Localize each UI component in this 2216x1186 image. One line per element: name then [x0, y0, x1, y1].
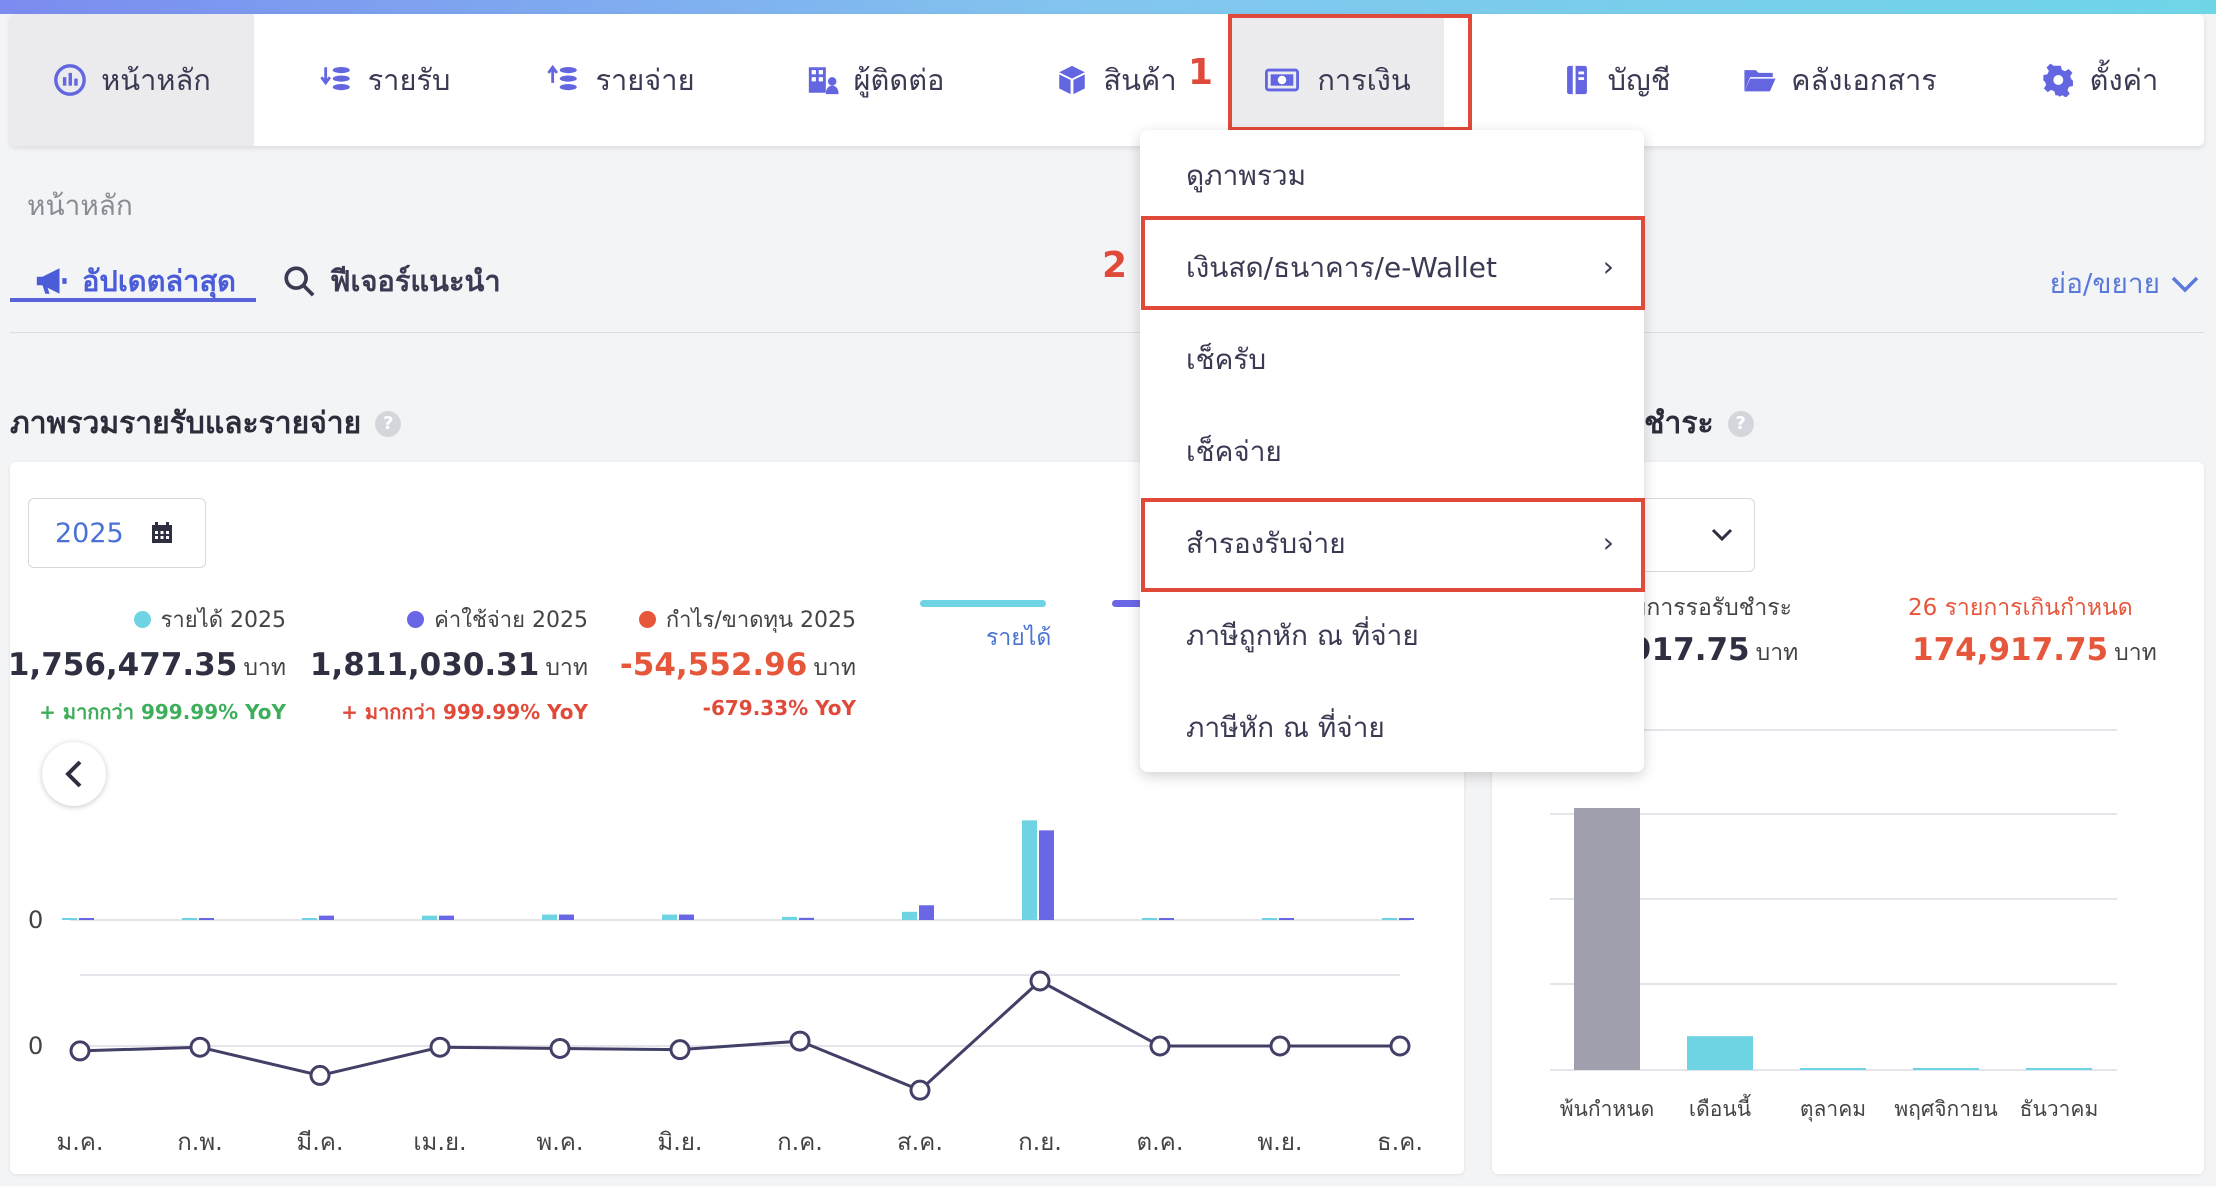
folder-icon — [1744, 70, 1776, 92]
chevron-down-icon — [2171, 276, 2199, 293]
pending-bar-1 — [1687, 1036, 1753, 1070]
collapse-toggle[interactable]: ย่อ/ขยาย — [2050, 262, 2200, 306]
bar-expense-6 — [799, 917, 814, 920]
pending-x-label: เดือนนี้ — [1689, 1094, 1751, 1121]
menu-item-withheld-tax[interactable]: ภาษีถูกหัก ณ ที่จ่าย — [1140, 590, 1644, 682]
bar-expense-8 — [1039, 830, 1054, 920]
pending-bar-2 — [1800, 1068, 1866, 1070]
bar-income-10 — [1262, 918, 1277, 920]
bar-expense-9 — [1159, 918, 1174, 920]
x-tick-label: มิ.ย. — [657, 1128, 702, 1156]
nav-label-settings: ตั้งค่า — [2089, 63, 2159, 97]
step-marker-2: 2 — [1102, 245, 1128, 286]
bar-expense-3 — [439, 915, 454, 920]
profit-point-5 — [669, 1039, 691, 1061]
bar-income-8 — [1022, 820, 1037, 920]
gear-icon — [2043, 63, 2073, 97]
pending-bar-0 — [1574, 808, 1640, 1070]
overdue-amount-unit: บาท — [2114, 640, 2157, 666]
menu-item-overview-label: ดูภาพรวม — [1186, 159, 1307, 192]
overdue-count-label: 26 รายการเกินกำหนด — [1908, 595, 2133, 621]
nav-label-documents: คลังเอกสาร — [1791, 63, 1937, 97]
bar-expense-5 — [679, 914, 694, 920]
pending-amount: 917.75 บาท — [1630, 632, 1798, 671]
menu-item-cheque-received[interactable]: เช็ครับ — [1140, 314, 1644, 406]
x-tick-label: ม.ค. — [56, 1128, 103, 1156]
bar-expense-7 — [919, 905, 934, 920]
pending-x-label: พฤศจิกายน — [1894, 1097, 1997, 1121]
bar-expense-4 — [559, 914, 574, 920]
bar-income-1 — [182, 918, 197, 920]
pending-amount-unit: บาท — [1755, 640, 1799, 666]
menu-item-cheque-received-label: เช็ครับ — [1186, 343, 1267, 376]
overdue-amount: 174,917.75 บาท — [1912, 632, 2157, 671]
bar-income-6 — [782, 916, 797, 920]
profit-point-2 — [309, 1064, 331, 1086]
chevron-down-icon — [1711, 528, 1733, 542]
x-tick-label: เม.ย. — [413, 1128, 466, 1156]
menu-item-cheque-paid-label: เช็คจ่าย — [1186, 435, 1282, 468]
pending-bar-3 — [1913, 1068, 1979, 1070]
menu-item-withholding-tax-label: ภาษีหัก ณ ที่จ่าย — [1186, 711, 1385, 744]
bar-expense-1 — [199, 918, 214, 920]
menu-item-overview[interactable]: ดูภาพรวม — [1140, 130, 1644, 222]
nav-item-documents[interactable]: คลังเอกสาร — [1740, 14, 1940, 146]
profit-point-3 — [429, 1036, 451, 1058]
x-tick-label: มี.ค. — [296, 1128, 343, 1156]
x-tick-label: ก.พ. — [177, 1128, 223, 1156]
bar-income-5 — [662, 914, 677, 920]
bar-income-9 — [1142, 918, 1157, 920]
pending-amount-value: 917.75 — [1630, 632, 1750, 668]
bar-income-7 — [902, 911, 917, 920]
menu-item-withholding-tax[interactable]: ภาษีหัก ณ ที่จ่าย — [1140, 682, 1644, 774]
x-tick-label: พ.ค. — [536, 1128, 583, 1156]
menu-item-cheque-paid[interactable]: เช็คจ่าย — [1140, 406, 1644, 498]
line-chart-ytick: 0 — [28, 1032, 43, 1060]
profit-point-8 — [1029, 970, 1051, 992]
x-tick-label: ก.ย. — [1018, 1128, 1062, 1156]
bar-expense-11 — [1399, 918, 1414, 920]
bar-expense-10 — [1279, 918, 1294, 920]
profit-point-11 — [1389, 1035, 1411, 1057]
profit-point-9 — [1149, 1035, 1171, 1057]
highlight-cash-bank-item — [1141, 216, 1645, 310]
pending-help-icon[interactable]: ? — [1727, 410, 1754, 437]
x-tick-label: ก.ค. — [777, 1128, 823, 1156]
bar-expense-2 — [319, 915, 334, 920]
overdue-amount-value: 174,917.75 — [1912, 632, 2109, 668]
nav-label-accounts: บัญชี — [1607, 63, 1671, 97]
collapse-label: ย่อ/ขยาย — [2049, 267, 2160, 300]
pending-x-label: พ้นกำหนด — [1560, 1097, 1655, 1121]
x-tick-label: ธ.ค. — [1377, 1128, 1423, 1156]
menu-item-withheld-tax-label: ภาษีถูกหัก ณ ที่จ่าย — [1186, 619, 1419, 652]
pending-x-label: ธันวาคม — [2020, 1097, 2099, 1121]
profit-point-7 — [909, 1079, 931, 1101]
pending-x-label: ตุลาคม — [1800, 1097, 1866, 1122]
profit-point-4 — [549, 1037, 571, 1059]
pending-count-label: ายการรอรับชำระ — [1620, 595, 1792, 621]
bar-income-3 — [422, 915, 437, 920]
pending-bar-4 — [2026, 1068, 2092, 1070]
bar-income-4 — [542, 914, 557, 920]
profit-point-6 — [789, 1030, 811, 1052]
x-tick-label: ส.ค. — [897, 1128, 943, 1156]
profit-point-10 — [1269, 1035, 1291, 1057]
bar-income-2 — [302, 918, 317, 920]
bar-expense-0 — [79, 918, 94, 920]
bar-income-0 — [62, 918, 77, 920]
x-tick-label: ต.ค. — [1137, 1128, 1184, 1156]
profit-point-1 — [189, 1036, 211, 1058]
profit-point-0 — [69, 1040, 91, 1062]
bar-chart-ytick: 0 — [28, 906, 43, 934]
nav-item-settings[interactable]: ตั้งค่า — [2020, 14, 2180, 146]
x-tick-label: พ.ย. — [1257, 1128, 1302, 1156]
profit-line — [79, 979, 1400, 1092]
highlight-petty-cash-item — [1141, 498, 1645, 592]
ledger-icon — [1566, 65, 1587, 95]
nav-item-accounts[interactable]: บัญชี — [1540, 14, 1690, 146]
bar-income-11 — [1382, 918, 1397, 920]
